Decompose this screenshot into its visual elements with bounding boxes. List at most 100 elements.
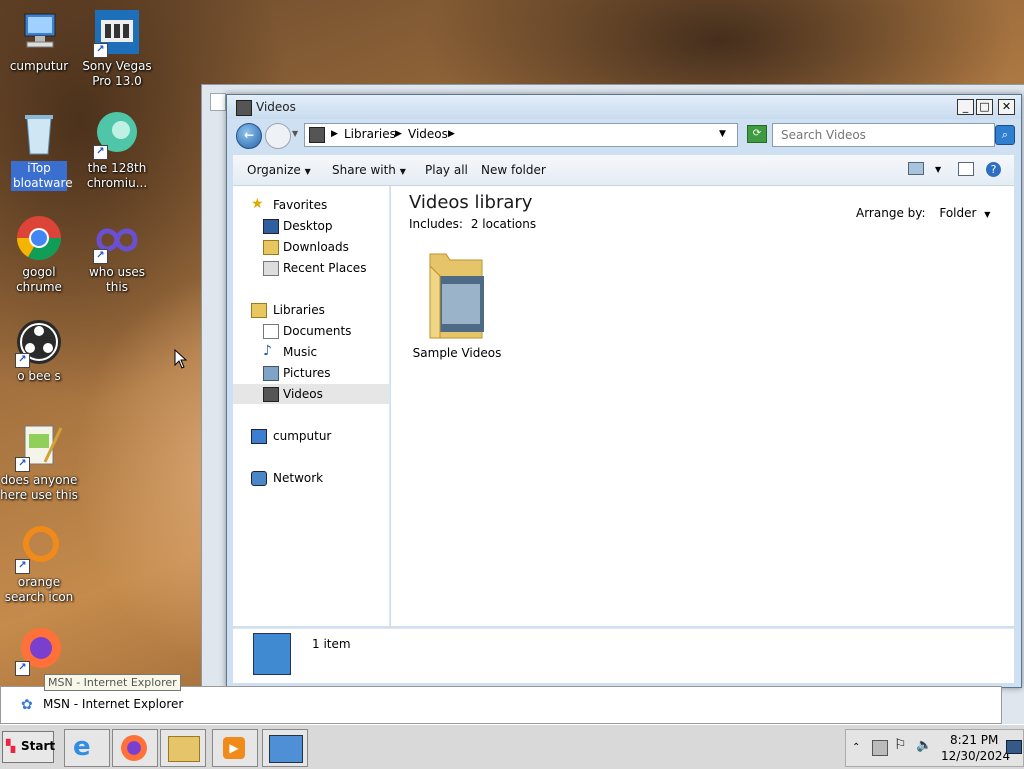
desktop-icon-chromium[interactable]: ↗ the 128th chromiu... bbox=[78, 110, 156, 191]
new-folder-button[interactable]: New folder bbox=[481, 163, 546, 177]
history-dropdown-icon[interactable]: ▼ bbox=[292, 129, 298, 138]
breadcrumb-separator-icon[interactable]: ▶ bbox=[331, 129, 338, 139]
nav-documents[interactable]: Documents bbox=[233, 321, 389, 341]
desktop-icon-label: gogol chrume bbox=[16, 265, 62, 294]
chevron-down-icon: ▼ bbox=[399, 167, 406, 176]
taskbar-explorer-button[interactable] bbox=[160, 729, 206, 767]
content-pane: Videos library Includes: 2 locations Arr… bbox=[391, 186, 1014, 626]
maximize-button[interactable]: □ bbox=[976, 99, 993, 115]
flag-icon[interactable]: ⚐ bbox=[894, 737, 907, 753]
shortcut-arrow-icon: ↗ bbox=[15, 661, 30, 676]
system-tray: ⌃ ⚐ 🔈 8:21 PM 12/30/2024 bbox=[845, 729, 1024, 767]
desktop-icon-sony-vegas[interactable]: ↗ Sony Vegas Pro 13.0 bbox=[78, 8, 156, 89]
infinity-icon: ↗ bbox=[93, 214, 141, 264]
nav-label: Pictures bbox=[283, 366, 331, 380]
breadcrumb-separator-icon[interactable]: ▶ bbox=[448, 129, 455, 139]
taskbar-firefox-button[interactable] bbox=[112, 729, 158, 767]
address-dropdown-icon[interactable]: ▼ bbox=[719, 129, 726, 139]
clock-date[interactable]: 12/30/2024 bbox=[941, 749, 1010, 763]
desktop-icon-itop[interactable]: iTop bloatware bbox=[0, 110, 78, 191]
nav-downloads[interactable]: Downloads bbox=[233, 237, 389, 257]
videos-icon bbox=[309, 127, 325, 143]
clock-time[interactable]: 8:21 PM bbox=[950, 733, 998, 747]
share-with-button[interactable]: Share with ▼ bbox=[332, 163, 406, 177]
desktop-icon-label: o bee s bbox=[17, 369, 61, 383]
shortcut-arrow-icon: ↗ bbox=[93, 145, 108, 160]
videos-icon bbox=[263, 387, 279, 402]
back-button[interactable]: ← bbox=[236, 123, 262, 149]
desktop-icon-cumputur[interactable]: cumputur bbox=[0, 8, 78, 74]
breadcrumb-videos[interactable]: Videos bbox=[408, 127, 448, 141]
nav-label: Videos bbox=[283, 387, 323, 401]
desktop-icon-obs[interactable]: ↗ o bee s bbox=[0, 318, 78, 384]
nav-pictures[interactable]: Pictures bbox=[233, 363, 389, 383]
close-button[interactable]: ✕ bbox=[998, 99, 1015, 115]
nav-videos[interactable]: Videos bbox=[233, 384, 389, 404]
desktop-icon-who-uses-this[interactable]: ↗ who uses this bbox=[78, 214, 156, 295]
volume-icon[interactable]: 🔈 bbox=[916, 738, 932, 753]
search-box[interactable] bbox=[772, 123, 995, 147]
ie-thumbnail-bar[interactable]: ✿ MSN - Internet Explorer bbox=[0, 686, 1002, 724]
command-bar: Organize ▼ Share with ▼ Play all New fol… bbox=[233, 155, 1014, 186]
desktop-icon-label: who uses this bbox=[88, 265, 146, 294]
control-panel-icon bbox=[269, 735, 303, 763]
chevron-down-icon[interactable]: ▼ bbox=[984, 210, 990, 219]
refresh-icon[interactable]: ⟳ bbox=[747, 125, 767, 143]
desktop-icon-orange-search[interactable]: ↗ orange search icon bbox=[0, 524, 78, 605]
desktop-icon bbox=[263, 219, 279, 234]
taskbar-control-panel-button[interactable] bbox=[262, 729, 308, 767]
nav-label: Favorites bbox=[273, 198, 328, 212]
start-button[interactable]: ▚ Start bbox=[2, 731, 55, 763]
help-icon[interactable]: ? bbox=[986, 162, 1001, 177]
taskbar-ie-button[interactable]: e bbox=[64, 729, 110, 767]
ie-icon: e bbox=[73, 732, 91, 762]
title-bar[interactable]: Videos _ □ ✕ bbox=[227, 95, 1021, 119]
show-hidden-icons-icon[interactable]: ⌃ bbox=[852, 742, 860, 753]
folder-sample-videos[interactable]: Sample Videos bbox=[409, 246, 505, 360]
ie-bar-label: MSN - Internet Explorer bbox=[43, 697, 184, 711]
organize-label: Organize bbox=[247, 163, 301, 177]
nav-label: cumputur bbox=[273, 429, 332, 443]
nav-label: Documents bbox=[283, 324, 352, 338]
windows-logo-icon: ▚ bbox=[6, 739, 16, 753]
music-icon: ♪ bbox=[263, 343, 272, 359]
breadcrumb-separator-icon[interactable]: ▶ bbox=[395, 129, 402, 139]
breadcrumb-libraries[interactable]: Libraries bbox=[344, 127, 396, 141]
preview-pane-icon[interactable] bbox=[958, 162, 974, 176]
orange-circle-icon: ↗ bbox=[15, 524, 63, 574]
arrange-dropdown[interactable]: Folder bbox=[939, 206, 976, 220]
locations-link[interactable]: 2 locations bbox=[471, 217, 536, 231]
desktop-icon-firefox[interactable]: ↗ bbox=[0, 626, 78, 676]
nav-recent-places[interactable]: Recent Places bbox=[233, 258, 389, 278]
network-icon bbox=[251, 471, 267, 486]
desktop-icon-notepad[interactable]: ↗ does anyone here use this bbox=[0, 422, 78, 503]
taskbar-media-player-button[interactable]: ▶ bbox=[212, 729, 258, 767]
change-view-icon[interactable] bbox=[908, 162, 924, 175]
nav-favorites[interactable]: ★ Favorites bbox=[233, 195, 389, 215]
search-input[interactable] bbox=[779, 125, 983, 145]
forward-button[interactable] bbox=[265, 123, 291, 149]
desktop-icon-label: Sony Vegas Pro 13.0 bbox=[82, 59, 152, 88]
window-title: Videos bbox=[256, 100, 296, 114]
network-icon[interactable] bbox=[872, 740, 888, 756]
computer-icon bbox=[15, 8, 63, 56]
pictures-icon bbox=[263, 366, 279, 381]
nav-network[interactable]: Network bbox=[233, 468, 389, 488]
msn-icon: ✿ bbox=[21, 697, 33, 713]
play-all-button[interactable]: Play all bbox=[425, 163, 468, 177]
organize-button[interactable]: Organize ▼ bbox=[247, 163, 311, 177]
nav-libraries[interactable]: Libraries bbox=[233, 300, 389, 320]
nav-desktop[interactable]: Desktop bbox=[233, 216, 389, 236]
computer-icon bbox=[251, 429, 267, 444]
address-bar[interactable]: ▶ Libraries ▶ Videos ▶ ▼ bbox=[304, 123, 738, 147]
shortcut-arrow-icon: ↗ bbox=[93, 249, 108, 264]
taskbar: ▚ Start e ▶ ⌃ ⚐ 🔈 8:21 PM 12/30/2024 bbox=[0, 724, 1024, 769]
minimize-button[interactable]: _ bbox=[957, 99, 974, 115]
nav-music[interactable]: ♪ Music bbox=[233, 342, 389, 362]
arrange-label: Arrange by: bbox=[856, 206, 926, 220]
desktop-icon-chrome[interactable]: gogol chrume bbox=[0, 214, 78, 295]
chevron-down-icon[interactable]: ▼ bbox=[935, 165, 941, 174]
nav-computer[interactable]: cumputur bbox=[233, 426, 389, 446]
show-desktop-icon[interactable] bbox=[1006, 740, 1022, 754]
search-icon[interactable]: ⌕ bbox=[995, 125, 1015, 145]
